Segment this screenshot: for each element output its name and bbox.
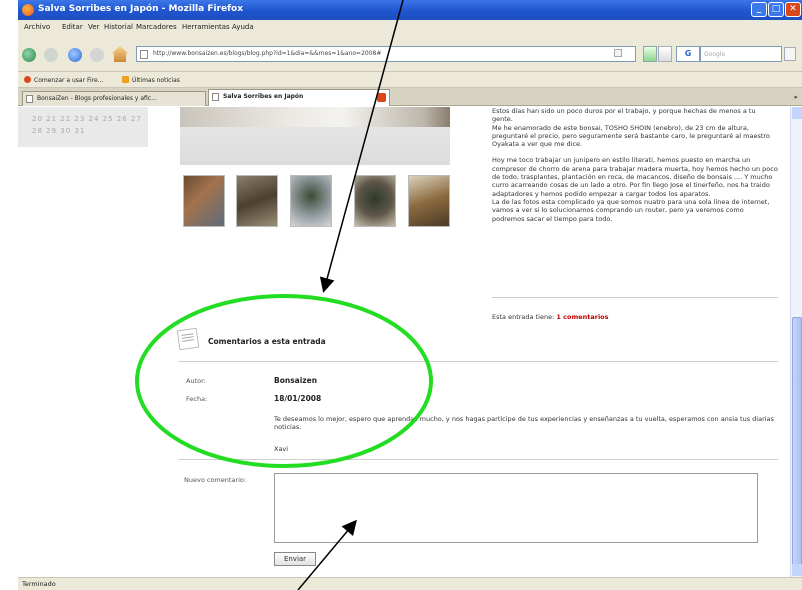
close-button[interactable]: ✕: [785, 2, 801, 17]
search-icon[interactable]: [784, 47, 796, 61]
tab-close-icon[interactable]: [377, 93, 386, 102]
search-input[interactable]: Google: [700, 46, 782, 62]
page-icon: [26, 95, 33, 103]
scroll-down-icon[interactable]: [792, 564, 802, 576]
scroll-thumb[interactable]: [792, 317, 802, 569]
calendar-widget: 20 21 22 23 24 25 26 27 28 29 30 31: [18, 107, 148, 147]
firefox-icon: [22, 4, 34, 16]
window-title: Salva Sorribes en Japón - Mozilla Firefo…: [38, 4, 243, 14]
url-bar[interactable]: http://www.bonsaizen.es/blogs/blog.php?i…: [136, 46, 636, 62]
dropdown-button[interactable]: [658, 46, 672, 62]
tab-bonsaizen[interactable]: BonsaiZen - Blogs profesionales y afic..…: [22, 91, 206, 106]
url-text: http://www.bonsaizen.es/blogs/blog.php?i…: [153, 50, 382, 57]
tab-bar: BonsaiZen - Blogs profesionales y afic..…: [18, 88, 802, 106]
post-main-photo: [180, 107, 450, 165]
post-paragraph: Hoy me toco trabajar un junipero en esti…: [492, 156, 778, 223]
divider: [178, 459, 778, 460]
search-engine-icon[interactable]: G: [676, 46, 700, 62]
page-content: 20 21 22 23 24 25 26 27 28 29 30 31 Esto…: [18, 107, 790, 577]
home-icon[interactable]: [112, 46, 128, 62]
menu-herramientas[interactable]: Herramientas: [182, 23, 230, 31]
new-comment-textarea[interactable]: [274, 473, 758, 543]
post-body: Estos días han sido un poco duros por el…: [492, 107, 778, 231]
navigation-toolbar: http://www.bonsaizen.es/blogs/blog.php?i…: [18, 34, 802, 72]
photo-thumbnail[interactable]: [290, 175, 332, 227]
comments-link[interactable]: 1 comentarios: [556, 313, 608, 321]
bookmark-item[interactable]: Comenzar a usar Fire...: [24, 76, 103, 84]
comments-title: Comentarios a esta entrada: [208, 337, 326, 346]
status-bar: Terminado: [18, 577, 802, 590]
entry-comment-count: Esta entrada tiene: 1 comentarios: [492, 313, 609, 321]
minimize-button[interactable]: _: [751, 2, 767, 17]
menu-historial[interactable]: Historial: [104, 23, 133, 31]
send-button[interactable]: Enviar: [274, 552, 316, 566]
firefox-icon: [24, 76, 31, 83]
calendar-row[interactable]: 28 29 30 31: [32, 127, 85, 135]
menu-editar[interactable]: Editar: [62, 23, 83, 31]
comment-signature: Xavi: [274, 445, 289, 453]
rss-icon: [122, 76, 129, 83]
maximize-button[interactable]: □: [768, 2, 784, 17]
tab-salva-sorribes[interactable]: Salva Sorribes en Japón: [208, 89, 390, 106]
menu-ayuda[interactable]: Ayuda: [232, 23, 254, 31]
back-icon[interactable]: [22, 48, 36, 62]
divider: [492, 297, 778, 298]
page-icon: [140, 50, 148, 59]
divider: [178, 361, 778, 362]
photo-thumbnail[interactable]: [183, 175, 225, 227]
scroll-up-icon[interactable]: [792, 107, 802, 119]
photo-thumbnail[interactable]: [236, 175, 278, 227]
note-icon: [176, 327, 200, 351]
new-comment-label: Nuevo comentario:: [184, 476, 247, 484]
comment-text: Te deseamos lo mejor, espero que aprenda…: [274, 415, 774, 432]
tab-list-arrow-icon[interactable]: ▸: [794, 93, 798, 101]
bookmarks-toolbar: Comenzar a usar Fire... Últimas noticias: [18, 72, 802, 88]
stop-icon[interactable]: [90, 48, 104, 62]
bookmark-item[interactable]: Últimas noticias: [122, 76, 180, 84]
menu-ver[interactable]: Ver: [88, 23, 99, 31]
author-value: Bonsaizen: [274, 376, 318, 385]
page-icon: [212, 93, 219, 101]
forward-icon[interactable]: [44, 48, 58, 62]
go-button[interactable]: [643, 46, 657, 62]
author-label: Autor:: [186, 377, 206, 385]
calendar-row[interactable]: 20 21 22 23 24 25 26 27: [32, 115, 142, 123]
menu-marcadores[interactable]: Marcadores: [136, 23, 177, 31]
date-value: 18/01/2008: [274, 394, 322, 403]
photo-thumbnail[interactable]: [354, 175, 396, 227]
date-label: Fecha:: [186, 395, 208, 403]
reload-icon[interactable]: [68, 48, 82, 62]
menubar: Archivo Editar Ver Historial Marcadores …: [18, 20, 802, 34]
window-titlebar: Salva Sorribes en Japón - Mozilla Firefo…: [18, 0, 802, 20]
photo-thumbnail[interactable]: [408, 175, 450, 227]
bookmark-star-icon[interactable]: [614, 49, 622, 57]
vertical-scrollbar[interactable]: [790, 107, 802, 577]
menu-archivo[interactable]: Archivo: [24, 23, 50, 31]
status-text: Terminado: [22, 580, 56, 588]
post-paragraph: Estos días han sido un poco duros por el…: [492, 107, 770, 149]
